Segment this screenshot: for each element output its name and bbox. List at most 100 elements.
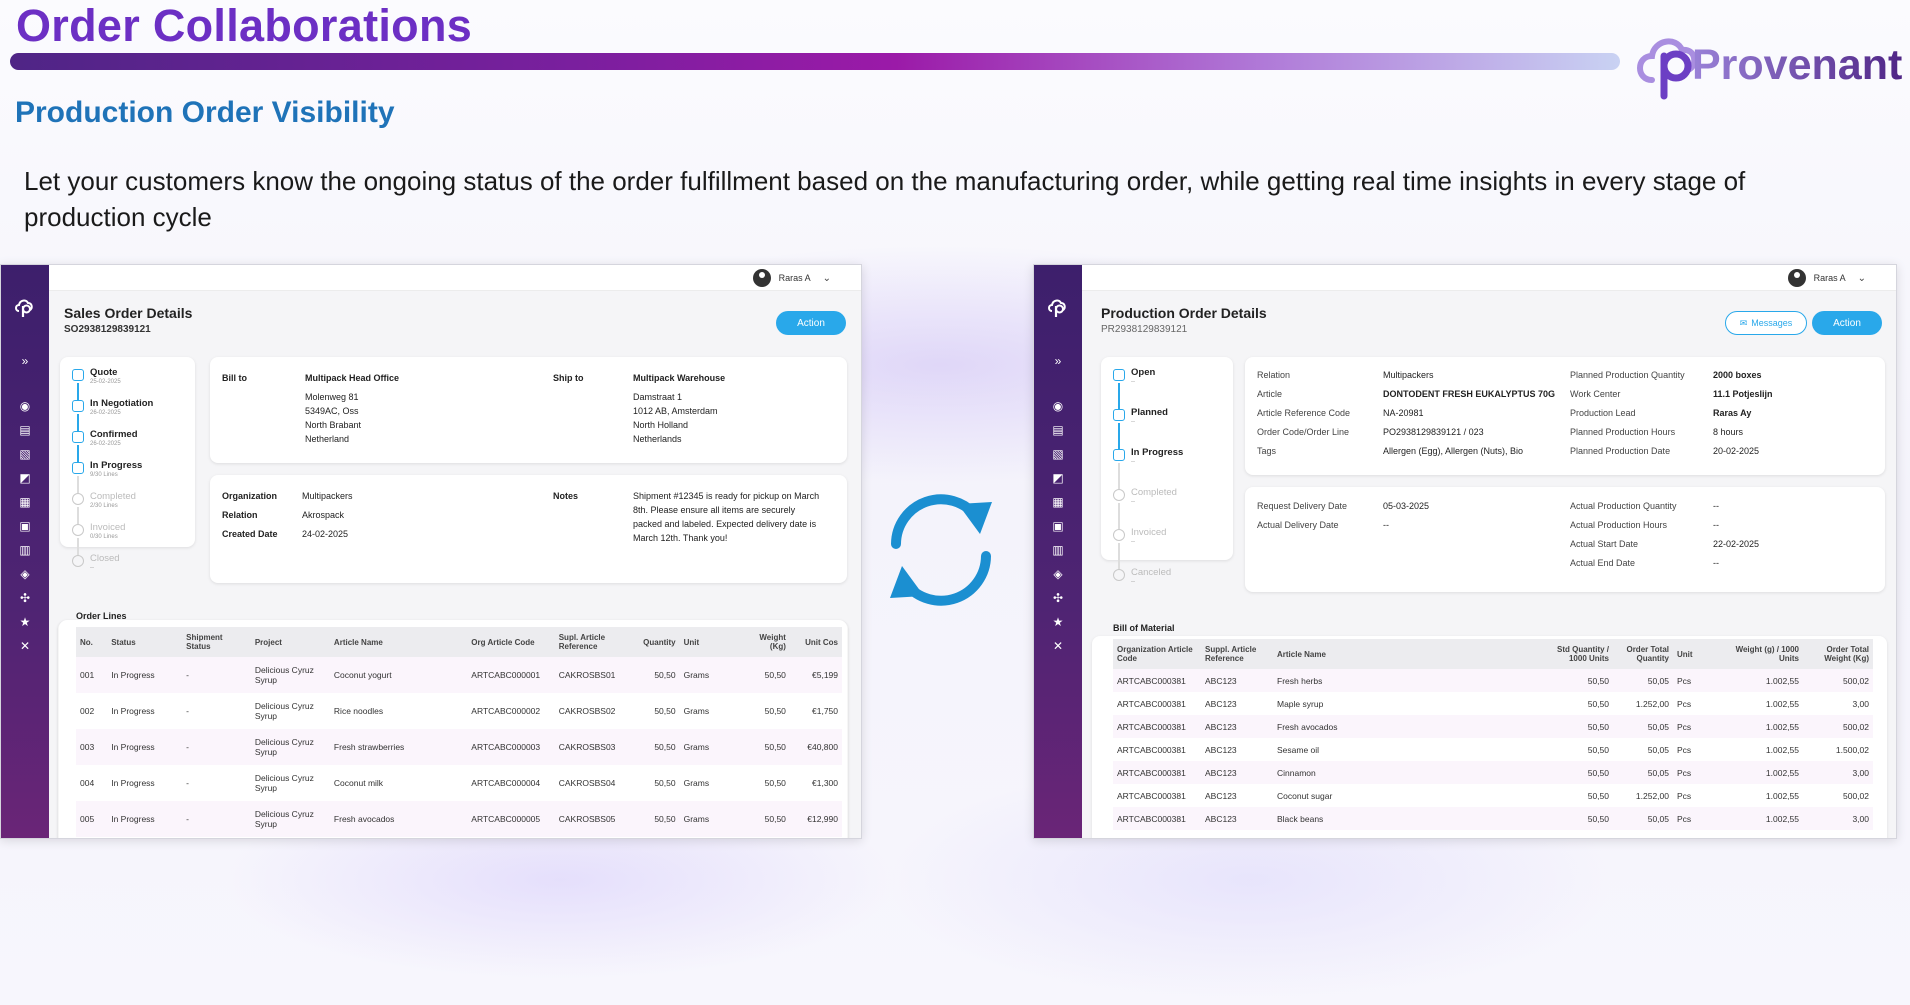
reports-icon[interactable]: ◩ <box>1034 470 1082 486</box>
field-label: Order Code/Order Line <box>1257 427 1350 437</box>
tools-icon[interactable]: ✕ <box>1 638 49 654</box>
order-lines-title: Order Lines <box>76 611 127 621</box>
column-header: Unit <box>679 627 740 657</box>
table-row[interactable]: ARTCABC000381 ABC123 Cinnamon 50,50 50,05 Pcs… <box>1113 761 1873 784</box>
field-value: NA-20981 <box>1383 408 1424 418</box>
dashboard-icon[interactable]: ◉ <box>1034 398 1082 414</box>
invoice-icon[interactable]: ▥ <box>1 542 49 558</box>
collaboration-icon[interactable]: ◈ <box>1034 566 1082 582</box>
table-cell: Pcs <box>1677 790 1692 801</box>
table-cell: ABC123 <box>1201 669 1273 692</box>
table-cell: ABC123 <box>1201 715 1273 738</box>
timeline-step: Invoiced -- <box>1113 527 1166 545</box>
table-cell: ARTCABC000381 <box>1117 698 1186 709</box>
table-row[interactable]: 002 In Progress - Delicious Cyruz Syrup Rice… <box>76 693 842 729</box>
dashboard-icon[interactable]: ◉ <box>1 398 49 414</box>
inventory-icon[interactable]: ▦ <box>1 494 49 510</box>
ship-to-address: Damstraat 1 1012 AB, Amsterdam North Holla… <box>633 390 718 446</box>
field-value: 22-02-2025 <box>1713 539 1760 549</box>
chevron-down-icon: ⌄ <box>822 272 831 284</box>
table-cell: Coconut yogurt <box>329 657 468 693</box>
column-header: Org Article Code <box>467 627 555 657</box>
status-pending-icon <box>72 493 84 505</box>
column-header: Article Name <box>329 627 468 657</box>
field-label: Tags <box>1257 446 1277 456</box>
documents-icon[interactable]: ▧ <box>1034 446 1082 462</box>
user-menu[interactable]: Raras A ⌄ <box>752 269 831 287</box>
expand-chevron-icon[interactable]: » <box>1 353 49 369</box>
table-cell: Pcs <box>1677 744 1692 755</box>
table-cell: 1.002,55 <box>1765 790 1799 801</box>
table-row[interactable]: ARTCABC000381 ABC123 Coconut sugar 50,50 1.2… <box>1113 784 1873 807</box>
timeline-sub: 9/30 Lines <box>90 472 118 478</box>
messages-button[interactable]: ✉ Messages <box>1725 311 1807 335</box>
table-cell: €5,199 <box>789 657 842 693</box>
app-logo-icon[interactable] <box>1034 297 1082 319</box>
collaboration-icon[interactable]: ◈ <box>1 566 49 582</box>
reports-icon[interactable]: ◩ <box>1 470 49 486</box>
table-cell: Rice noodles <box>333 706 384 716</box>
status-pending-icon <box>72 524 84 536</box>
status-check-icon <box>72 431 84 443</box>
user-name: Raras A <box>778 273 811 283</box>
table-cell: 1.002,55 <box>1765 698 1799 709</box>
table-row[interactable]: 003 In Progress - Delicious Cyruz Syrup Fres… <box>76 729 842 765</box>
table-cell: In Progress <box>107 657 183 693</box>
network-icon[interactable]: ✣ <box>1034 590 1082 606</box>
table-cell: 50,05 <box>1613 761 1673 784</box>
orders-icon[interactable]: ▤ <box>1034 422 1082 438</box>
field-value: 2000 boxes <box>1713 370 1762 380</box>
field-label: Actual Production Hours <box>1570 520 1668 530</box>
app-logo-icon[interactable] <box>1 297 49 319</box>
column-header: Order Total Weight (Kg) <box>1803 639 1873 669</box>
table-cell: ABC123 <box>1205 790 1237 801</box>
timeline-label: In Progress <box>90 460 143 471</box>
table-row[interactable]: ARTCABC000381 ABC123 Maple syrup 50,50 1.252… <box>1113 692 1873 715</box>
table-row[interactable]: 004 In Progress - Delicious Cyruz Syrup Coco… <box>76 765 842 801</box>
table-cell: Pcs <box>1673 761 1719 784</box>
table-cell: 50,50 <box>739 729 790 765</box>
address-line: Netherland <box>305 434 350 444</box>
table-cell: Fresh avocados <box>329 801 468 837</box>
shipping-icon[interactable]: ▣ <box>1034 518 1082 534</box>
favorites-icon[interactable]: ★ <box>1034 614 1082 630</box>
field-label: Actual Production Quantity <box>1570 501 1677 511</box>
status-pending-icon <box>1113 489 1125 501</box>
table-cell: 1.002,55 <box>1719 807 1803 830</box>
tools-icon[interactable]: ✕ <box>1034 638 1082 654</box>
table-row[interactable]: 005 In Progress - Delicious Cyruz Syrup Fres… <box>76 801 842 837</box>
field-label: Planned Production Quantity <box>1570 370 1685 380</box>
table-cell: 3,00 <box>1803 761 1873 784</box>
user-menu[interactable]: Raras A ⌄ <box>1787 269 1866 287</box>
field-label: Planned Production Date <box>1570 446 1671 456</box>
action-button[interactable]: Action <box>776 311 846 335</box>
column-header: Supl. Article Reference <box>554 627 636 657</box>
network-icon[interactable]: ✣ <box>1 590 49 606</box>
table-cell: CAKROSBS03 <box>554 729 636 765</box>
table-cell: CAKROSBS02 <box>558 706 616 716</box>
table-cell: Fresh herbs <box>1273 669 1533 692</box>
table-row[interactable]: ARTCABC000381 ABC123 Fresh avocados 50,50 50… <box>1113 715 1873 738</box>
table-row[interactable]: ARTCABC000381 ABC123 Sesame oil 50,50 50,05 P… <box>1113 738 1873 761</box>
timeline-label: Planned <box>1131 407 1168 418</box>
timeline-label: In Progress <box>1131 447 1184 458</box>
table-cell: 500,02 <box>1843 790 1869 801</box>
table-cell: Coconut sugar <box>1277 790 1333 801</box>
table-cell: 1.252,00 <box>1635 790 1669 801</box>
action-button[interactable]: Action <box>1812 311 1882 335</box>
slide-description: Let your customers know the ongoing stat… <box>24 166 1746 232</box>
table-row[interactable]: ARTCABC000381 ABC123 Black beans 50,50 50,05… <box>1113 807 1873 830</box>
field-value: 05-03-2025 <box>1383 501 1430 511</box>
table-row[interactable]: 001 In Progress - Delicious Cyruz Syrup Coco… <box>76 657 842 693</box>
orders-icon[interactable]: ▤ <box>1 422 49 438</box>
table-cell: Black beans <box>1273 807 1533 830</box>
inventory-icon[interactable]: ▦ <box>1034 494 1082 510</box>
table-cell: CAKROSBS04 <box>558 778 616 788</box>
table-row[interactable]: ARTCABC000381 ABC123 Fresh herbs 50,50 50,05… <box>1113 669 1873 692</box>
shipping-icon[interactable]: ▣ <box>1 518 49 534</box>
favorites-icon[interactable]: ★ <box>1 614 49 630</box>
table-cell: 003 <box>76 729 108 765</box>
invoice-icon[interactable]: ▥ <box>1034 542 1082 558</box>
documents-icon[interactable]: ▧ <box>1 446 49 462</box>
expand-chevron-icon[interactable]: » <box>1034 353 1082 369</box>
